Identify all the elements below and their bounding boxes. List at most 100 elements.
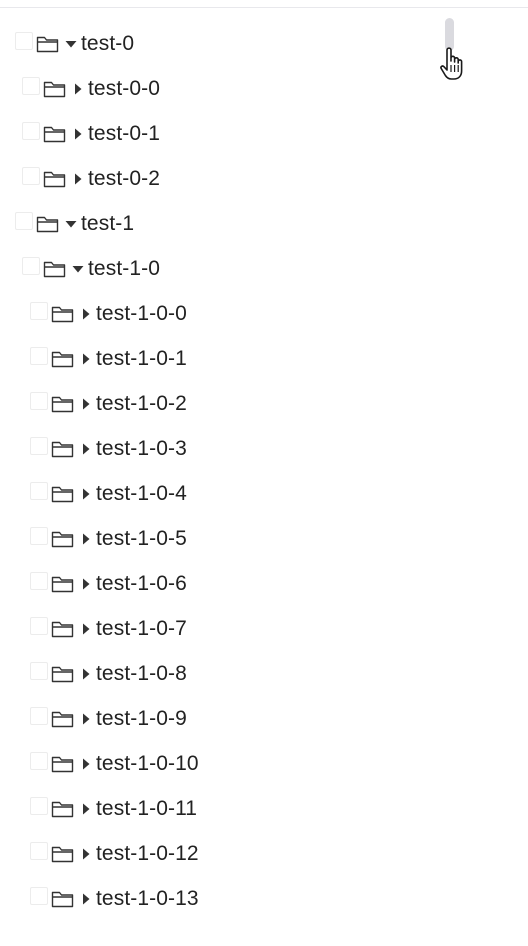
tree-node-label[interactable]: test-1-0-10 [96, 752, 199, 776]
tree-node-checkbox[interactable] [30, 481, 48, 500]
caret-right-icon[interactable] [79, 667, 93, 681]
folder-icon [43, 171, 66, 187]
tree-node-label[interactable]: test-1 [81, 212, 134, 236]
tree-node[interactable]: test-1-0-3 [0, 426, 528, 471]
tree-node-checkbox[interactable] [30, 706, 48, 725]
caret-right-icon[interactable] [79, 892, 93, 906]
tree-node[interactable]: test-1-0-2 [0, 381, 528, 426]
top-divider [0, 7, 528, 8]
caret-right-icon[interactable] [79, 307, 93, 321]
caret-right-icon[interactable] [71, 82, 85, 96]
tree-node-label[interactable]: test-0-1 [88, 122, 160, 146]
tree-node-checkbox[interactable] [30, 796, 48, 815]
tree-node-label[interactable]: test-1-0-8 [96, 662, 187, 686]
caret-right-icon[interactable] [79, 577, 93, 591]
tree-node-checkbox[interactable] [30, 841, 48, 860]
caret-right-icon[interactable] [79, 532, 93, 546]
folder-icon [43, 126, 66, 142]
tree-node-label[interactable]: test-0-2 [88, 167, 160, 191]
caret-right-icon[interactable] [79, 622, 93, 636]
caret-right-icon[interactable] [79, 487, 93, 501]
tree-node[interactable]: test-1-0-10 [0, 741, 528, 786]
tree-node-label[interactable]: test-1-0-3 [96, 437, 187, 461]
tree-node-label[interactable]: test-1-0-7 [96, 617, 187, 641]
tree-node[interactable]: test-1-0-1 [0, 336, 528, 381]
tree-node-checkbox[interactable] [30, 571, 48, 590]
tree-node-checkbox[interactable] [22, 76, 40, 95]
tree-node-checkbox[interactable] [30, 886, 48, 905]
tree-node[interactable]: test-1 [0, 201, 528, 246]
caret-down-icon[interactable] [71, 262, 85, 276]
caret-right-icon[interactable] [79, 757, 93, 771]
caret-down-icon[interactable] [64, 37, 78, 51]
folder-icon [51, 306, 74, 322]
tree-node-checkbox[interactable] [30, 391, 48, 410]
folder-icon [36, 36, 59, 52]
tree-node-checkbox[interactable] [30, 526, 48, 545]
caret-right-icon[interactable] [79, 802, 93, 816]
folder-icon [43, 81, 66, 97]
tree-node-checkbox[interactable] [22, 256, 40, 275]
tree-node-label[interactable]: test-0 [81, 32, 134, 56]
folder-icon [51, 441, 74, 457]
caret-down-icon[interactable] [64, 217, 78, 231]
folder-icon [51, 621, 74, 637]
caret-right-icon[interactable] [79, 847, 93, 861]
caret-right-icon[interactable] [79, 442, 93, 456]
folder-icon [51, 486, 74, 502]
tree-node-label[interactable]: test-1-0-9 [96, 707, 187, 731]
tree-node[interactable]: test-1-0-11 [0, 786, 528, 831]
tree-node[interactable]: test-1-0-8 [0, 651, 528, 696]
folder-icon [51, 891, 74, 907]
tree-node[interactable]: test-1-0-7 [0, 606, 528, 651]
folder-icon [51, 846, 74, 862]
tree-node[interactable]: test-1-0-12 [0, 831, 528, 876]
tree-node[interactable]: test-1-0-5 [0, 516, 528, 561]
caret-right-icon[interactable] [71, 127, 85, 141]
tree-node-label[interactable]: test-0-0 [88, 77, 160, 101]
tree-node-label[interactable]: test-1-0 [88, 257, 160, 281]
caret-right-icon[interactable] [79, 397, 93, 411]
tree-node-checkbox[interactable] [30, 661, 48, 680]
tree-node-checkbox[interactable] [22, 121, 40, 140]
tree-node-checkbox[interactable] [15, 31, 33, 50]
folder-icon [51, 666, 74, 682]
tree-node[interactable]: test-1-0-9 [0, 696, 528, 741]
tree-node[interactable]: test-1-0-0 [0, 291, 528, 336]
tree-node[interactable]: test-1-0-6 [0, 561, 528, 606]
tree-node-label[interactable]: test-1-0-6 [96, 572, 187, 596]
folder-icon [51, 396, 74, 412]
folder-icon [43, 261, 66, 277]
folder-icon [51, 711, 74, 727]
folder-icon [51, 351, 74, 367]
folder-icon [51, 576, 74, 592]
caret-right-icon[interactable] [79, 712, 93, 726]
folder-icon [51, 531, 74, 547]
folder-icon [51, 801, 74, 817]
tree-node-checkbox[interactable] [30, 436, 48, 455]
tree-node-label[interactable]: test-1-0-5 [96, 527, 187, 551]
tree-node-checkbox[interactable] [15, 211, 33, 230]
tree-node[interactable]: test-0-2 [0, 156, 528, 201]
tree-node-checkbox[interactable] [22, 166, 40, 185]
tree-node[interactable]: test-1-0 [0, 246, 528, 291]
tree-node-label[interactable]: test-1-0-13 [96, 887, 199, 911]
tree-node-label[interactable]: test-1-0-4 [96, 482, 187, 506]
tree-node-checkbox[interactable] [30, 301, 48, 320]
tree-node[interactable]: test-0-1 [0, 111, 528, 156]
tree-node-label[interactable]: test-1-0-12 [96, 842, 199, 866]
tree-node-checkbox[interactable] [30, 346, 48, 365]
tree-node-label[interactable]: test-1-0-1 [96, 347, 187, 371]
tree-list: test-0 test-0-0 test-0-1 test-0-2 test-1 test… [0, 21, 528, 921]
hand-pointer-icon [440, 47, 463, 80]
caret-right-icon[interactable] [71, 172, 85, 186]
folder-icon [51, 756, 74, 772]
tree-node-checkbox[interactable] [30, 751, 48, 770]
tree-node-label[interactable]: test-1-0-11 [96, 797, 197, 821]
tree-node-label[interactable]: test-1-0-0 [96, 302, 187, 326]
tree-node-label[interactable]: test-1-0-2 [96, 392, 187, 416]
tree-node-checkbox[interactable] [30, 616, 48, 635]
caret-right-icon[interactable] [79, 352, 93, 366]
tree-node[interactable]: test-1-0-4 [0, 471, 528, 516]
tree-node[interactable]: test-1-0-13 [0, 876, 528, 921]
